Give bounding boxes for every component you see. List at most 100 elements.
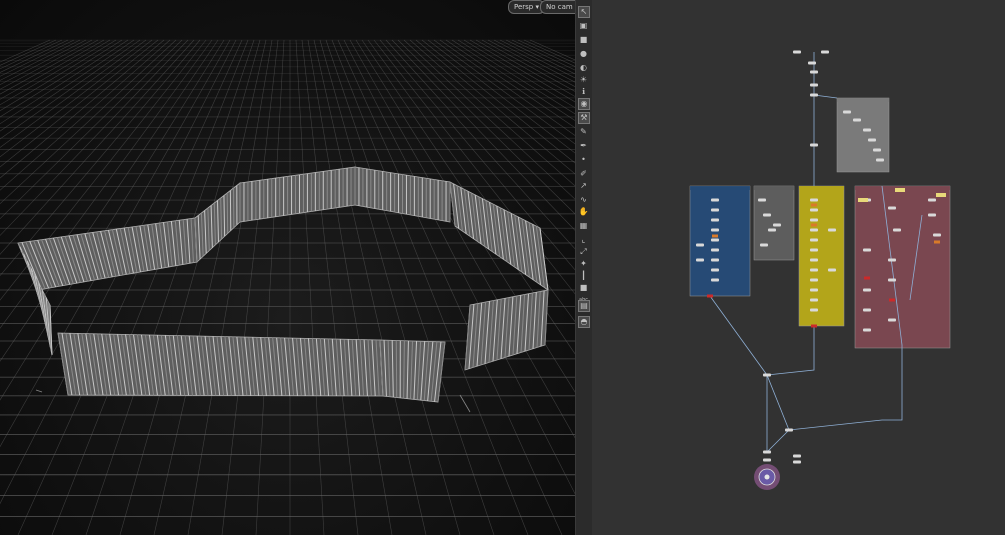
network-node[interactable]	[711, 258, 719, 262]
network-node[interactable]	[863, 328, 871, 332]
network-node[interactable]	[793, 454, 801, 458]
network-node[interactable]	[763, 373, 771, 377]
node-icon[interactable]: ✦	[578, 258, 589, 269]
network-node[interactable]	[876, 158, 884, 162]
network-node[interactable]	[696, 258, 704, 262]
network-node-flag[interactable]	[811, 203, 817, 207]
network-node-flag[interactable]	[707, 294, 713, 298]
network-node[interactable]	[853, 118, 861, 122]
network-node[interactable]	[863, 128, 871, 132]
paint-icon[interactable]: ✎	[578, 126, 589, 137]
network-node-flag[interactable]	[811, 223, 817, 227]
network-node[interactable]	[810, 288, 818, 292]
network-node[interactable]	[863, 288, 871, 292]
network-node[interactable]	[888, 278, 896, 282]
network-node[interactable]	[810, 268, 818, 272]
network-node[interactable]	[928, 213, 936, 217]
pen-icon[interactable]: ✐	[578, 168, 589, 179]
network-node[interactable]	[810, 83, 818, 87]
sticky-note[interactable]	[895, 188, 905, 192]
guide-icon[interactable]: ┃	[578, 270, 589, 281]
camera-menu[interactable]: No cam ▾	[540, 0, 575, 14]
network-node-flag[interactable]	[712, 234, 718, 238]
snap-icon[interactable]: ◉	[578, 98, 590, 110]
network-node[interactable]	[711, 228, 719, 232]
network-node[interactable]	[843, 110, 851, 114]
network-box-red[interactable]	[854, 185, 951, 349]
network-node[interactable]	[888, 258, 896, 262]
select-icon[interactable]: ↖	[578, 6, 590, 18]
handle-icon[interactable]: ⚒	[578, 112, 590, 124]
network-node[interactable]	[711, 218, 719, 222]
network-node[interactable]	[758, 198, 766, 202]
point-icon[interactable]: •	[578, 154, 589, 165]
network-node-flag[interactable]	[934, 240, 940, 244]
info-icon[interactable]: ℹ	[578, 86, 589, 97]
network-node[interactable]	[763, 458, 771, 462]
network-node[interactable]	[933, 233, 941, 237]
sticky-note[interactable]	[858, 198, 868, 202]
network-node[interactable]	[808, 61, 816, 65]
output-node[interactable]	[754, 464, 780, 490]
network-node[interactable]	[810, 228, 818, 232]
network-node[interactable]	[793, 50, 801, 54]
network-node[interactable]	[810, 198, 818, 202]
network-node[interactable]	[810, 70, 818, 74]
network-node[interactable]	[785, 428, 793, 432]
network-canvas[interactable]	[592, 0, 1005, 535]
brush-icon[interactable]: ✒	[578, 140, 589, 151]
network-node[interactable]	[711, 268, 719, 272]
vector-icon[interactable]: ↗	[578, 180, 589, 191]
network-node[interactable]	[711, 198, 719, 202]
network-node[interactable]	[810, 298, 818, 302]
network-editor[interactable]	[592, 0, 1005, 535]
network-node[interactable]	[863, 248, 871, 252]
square-icon[interactable]: ■	[578, 282, 589, 293]
network-node[interactable]	[873, 148, 881, 152]
network-node[interactable]	[888, 206, 896, 210]
network-node[interactable]	[868, 138, 876, 142]
network-node[interactable]	[810, 308, 818, 312]
view-icon[interactable]: ▣	[578, 20, 589, 31]
network-node[interactable]	[810, 208, 818, 212]
network-box-yellow[interactable]	[798, 185, 845, 327]
network-node[interactable]	[768, 228, 776, 232]
network-node[interactable]	[810, 248, 818, 252]
network-node[interactable]	[696, 243, 704, 247]
lock-icon[interactable]: ■	[578, 34, 589, 45]
network-node[interactable]	[711, 208, 719, 212]
network-node[interactable]	[810, 218, 818, 222]
network-node[interactable]	[763, 450, 771, 454]
network-node[interactable]	[773, 223, 781, 227]
shading-icon[interactable]: ◐	[578, 62, 589, 73]
network-box-gray-small[interactable]	[753, 185, 795, 261]
network-node[interactable]	[760, 243, 768, 247]
camera-icon[interactable]: ●	[578, 48, 589, 59]
measure-icon[interactable]: ⌞	[578, 234, 589, 245]
network-node[interactable]	[711, 238, 719, 242]
light-icon[interactable]: ☀	[578, 74, 589, 85]
network-node-flag[interactable]	[811, 324, 817, 328]
network-node[interactable]	[893, 228, 901, 232]
curve-icon[interactable]: ∿	[578, 194, 589, 205]
network-node[interactable]	[828, 228, 836, 232]
network-node[interactable]	[763, 213, 771, 217]
network-node[interactable]	[711, 248, 719, 252]
render-icon[interactable]: ◓	[578, 316, 590, 328]
hand-icon[interactable]: ✋	[578, 206, 589, 217]
network-node[interactable]	[821, 50, 829, 54]
network-node[interactable]	[793, 460, 801, 464]
network-node[interactable]	[810, 258, 818, 262]
network-node[interactable]	[810, 278, 818, 282]
network-node[interactable]	[810, 238, 818, 242]
network-box-blue[interactable]	[689, 185, 751, 297]
network-node[interactable]	[888, 318, 896, 322]
viewport-canvas[interactable]	[0, 0, 575, 535]
network-node[interactable]	[828, 268, 836, 272]
network-node-flag[interactable]	[889, 298, 895, 302]
scene-viewport[interactable]: Persp ▾ No cam ▾	[0, 0, 575, 535]
sticky-note[interactable]	[936, 193, 946, 197]
network-node[interactable]	[928, 198, 936, 202]
network-node[interactable]	[810, 143, 818, 147]
grid-icon[interactable]: ▦	[578, 220, 589, 231]
